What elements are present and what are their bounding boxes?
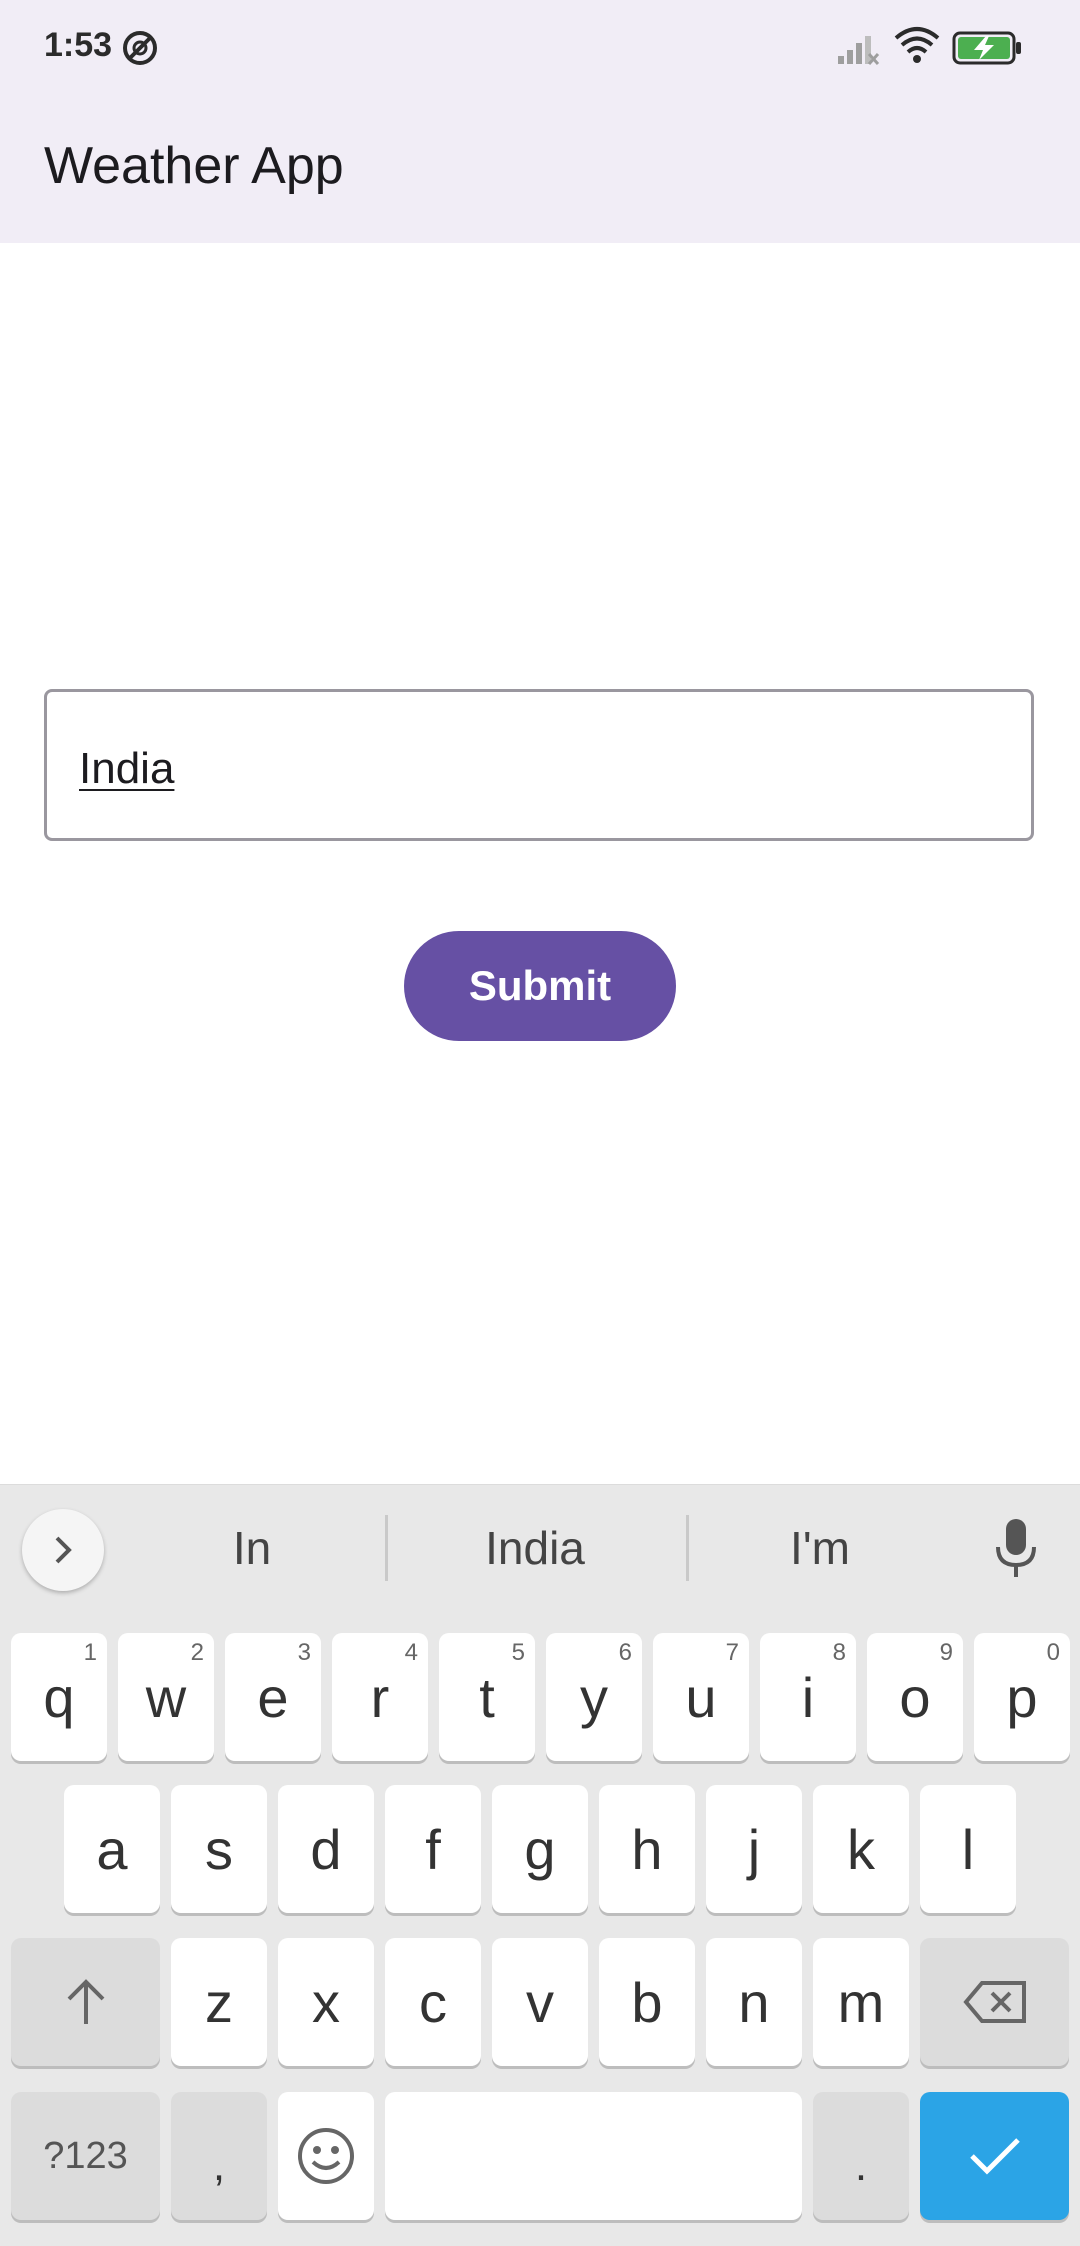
- mic-icon[interactable]: [990, 1515, 1042, 1581]
- key-hint: 2: [190, 1639, 204, 1666]
- symbols-key[interactable]: ?123: [11, 2092, 160, 2220]
- key-hint: 7: [725, 1639, 739, 1666]
- key-label: e: [257, 1665, 289, 1729]
- key-d[interactable]: d: [278, 1785, 374, 1913]
- key-u[interactable]: u7: [653, 1633, 749, 1761]
- key-hint: 3: [297, 1639, 311, 1666]
- city-input-value[interactable]: India: [79, 744, 174, 794]
- comma-key[interactable]: ,: [171, 2092, 267, 2220]
- suggestion-divider: [385, 1515, 388, 1581]
- key-f[interactable]: f: [385, 1785, 481, 1913]
- status-bar: 1:53: [0, 0, 1080, 96]
- emoji-key[interactable]: [278, 2092, 374, 2220]
- key-w[interactable]: w2: [118, 1633, 214, 1761]
- shift-key[interactable]: [11, 1938, 160, 2066]
- dnd-icon: [123, 31, 157, 65]
- key-a[interactable]: a: [64, 1785, 160, 1913]
- expand-suggestions-button[interactable]: [22, 1509, 104, 1591]
- key-hint: 6: [618, 1639, 632, 1666]
- app-title: Weather App: [44, 137, 344, 195]
- city-input[interactable]: India: [44, 689, 1034, 841]
- period-key[interactable]: .: [813, 2092, 909, 2220]
- suggestion-3[interactable]: I'm: [700, 1521, 940, 1575]
- suggestion-2[interactable]: India: [400, 1521, 670, 1575]
- enter-key[interactable]: [920, 2092, 1069, 2220]
- key-s[interactable]: s: [171, 1785, 267, 1913]
- battery-charging-icon: [952, 31, 1021, 65]
- suggestion-1[interactable]: In: [150, 1521, 354, 1575]
- top-bar: 1:53 Weather App: [0, 0, 1080, 243]
- chevron-right-icon: [55, 1536, 72, 1564]
- key-t[interactable]: t5: [439, 1633, 535, 1761]
- key-k[interactable]: k: [813, 1785, 909, 1913]
- key-x[interactable]: x: [278, 1938, 374, 2066]
- backspace-key[interactable]: [920, 1938, 1069, 2066]
- key-label: w: [145, 1665, 187, 1729]
- key-z[interactable]: z: [171, 1938, 267, 2066]
- soft-keyboard: In India I'm q1 w2 e3 r4 t5 y6 u7 i8 o9 …: [0, 1484, 1080, 2246]
- key-p[interactable]: p0: [974, 1633, 1070, 1761]
- status-time: 1:53: [44, 26, 113, 64]
- key-hint: 5: [511, 1639, 525, 1666]
- suggestion-strip: In India I'm: [0, 1485, 1080, 1617]
- emoji-icon: [298, 2128, 354, 2184]
- key-label: u: [685, 1665, 717, 1729]
- key-hint: 8: [832, 1639, 846, 1666]
- key-q[interactable]: q1: [11, 1633, 107, 1761]
- key-h[interactable]: h: [599, 1785, 695, 1913]
- key-l[interactable]: l: [920, 1785, 1016, 1913]
- key-hint: 4: [404, 1639, 418, 1666]
- key-b[interactable]: b: [599, 1938, 695, 2066]
- signal-icon: [838, 36, 880, 66]
- key-label: y: [580, 1665, 608, 1729]
- key-label: o: [899, 1665, 931, 1729]
- key-i[interactable]: i8: [760, 1633, 856, 1761]
- weather-app-screen: 1:53 Weather App India Submit In India I…: [0, 0, 1080, 2246]
- check-icon: [969, 2138, 1020, 2175]
- key-hint: 9: [939, 1639, 953, 1666]
- backspace-icon: [962, 1981, 1026, 2023]
- key-e[interactable]: e3: [225, 1633, 321, 1761]
- key-label: r: [370, 1665, 390, 1729]
- key-o[interactable]: o9: [867, 1633, 963, 1761]
- key-label: t: [479, 1665, 495, 1729]
- key-hint: 0: [1046, 1639, 1060, 1666]
- key-y[interactable]: y6: [546, 1633, 642, 1761]
- key-label: q: [43, 1665, 75, 1729]
- key-hint: 1: [83, 1639, 97, 1666]
- key-label: i: [801, 1665, 815, 1729]
- shift-icon: [67, 1979, 104, 2024]
- key-label: p: [1006, 1665, 1038, 1729]
- key-g[interactable]: g: [492, 1785, 588, 1913]
- key-r[interactable]: r4: [332, 1633, 428, 1761]
- key-m[interactable]: m: [813, 1938, 909, 2066]
- key-j[interactable]: j: [706, 1785, 802, 1913]
- key-c[interactable]: c: [385, 1938, 481, 2066]
- wifi-icon: [894, 27, 940, 63]
- submit-button[interactable]: Submit: [404, 931, 676, 1041]
- spacebar-key[interactable]: [385, 2092, 802, 2220]
- key-n[interactable]: n: [706, 1938, 802, 2066]
- key-v[interactable]: v: [492, 1938, 588, 2066]
- suggestion-divider: [686, 1515, 689, 1581]
